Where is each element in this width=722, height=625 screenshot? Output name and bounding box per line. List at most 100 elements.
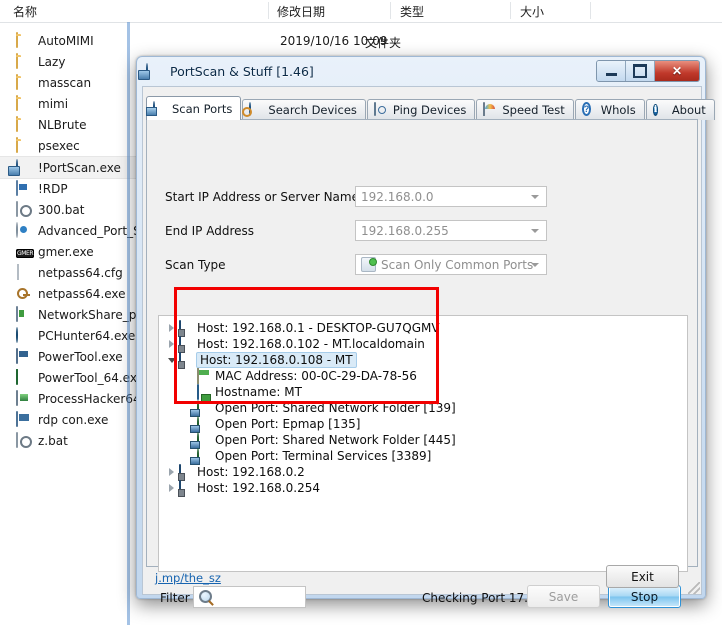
chevron-right-icon[interactable] [165, 484, 179, 492]
end-ip-input[interactable]: 192.168.0.255 [355, 220, 547, 241]
tab-about[interactable]: i About [646, 99, 715, 120]
filter-input[interactable] [193, 586, 306, 608]
rdp-shortcut-icon [16, 181, 32, 197]
host-icon [179, 321, 193, 335]
tab-whois[interactable]: ? WhoIs [575, 99, 645, 120]
tab-scan-ports[interactable]: Scan Ports [146, 96, 241, 120]
tree-row-label: Open Port: Epmap [135] [215, 417, 360, 431]
chevron-down-icon[interactable] [531, 229, 539, 233]
tab-label: Scan Ports [172, 102, 232, 116]
column-divider[interactable] [590, 2, 591, 19]
chevron-right-icon[interactable] [165, 324, 179, 332]
rdp-console-icon [16, 412, 32, 428]
scan-ports-icon [153, 102, 167, 116]
search-icon [199, 590, 212, 603]
tree-row-host[interactable]: Host: 192.168.0.102 - MT.localdomain [159, 336, 687, 352]
shield-icon [16, 370, 32, 386]
tree-row-host[interactable]: Host: 192.168.0.1 - DESKTOP-GU7QGMV [159, 320, 687, 336]
column-header-name[interactable]: 名称 [13, 3, 37, 20]
ping-devices-icon [374, 103, 388, 117]
hostname-icon [197, 385, 211, 399]
tree-row-host[interactable]: Host: 192.168.0.254 [159, 480, 687, 496]
scan-type-icon [361, 257, 376, 272]
maximize-icon[interactable] [626, 61, 655, 81]
host-icon [179, 481, 193, 495]
tab-label: WhoIs [601, 103, 636, 117]
column-header-type[interactable]: 类型 [400, 3, 424, 20]
tree-row-open-port[interactable]: Open Port: Terminal Services [3389] [159, 448, 687, 464]
tab-search-devices[interactable]: Search Devices [242, 99, 366, 120]
tree-row-label: Host: 192.168.0.102 - MT.localdomain [197, 337, 425, 351]
file-name: 300.bat [38, 203, 84, 217]
file-name: NLBrute [38, 118, 87, 132]
scan-ports-panel: Start IP Address or Server Name 192.168.… [146, 119, 698, 567]
tree-row-mac-address[interactable]: MAC Address: 00-0C-29-DA-78-56 [159, 368, 687, 384]
search-devices-icon [249, 103, 263, 117]
column-header-size[interactable]: 大小 [520, 3, 544, 20]
tree-row-open-port[interactable]: Open Port: Shared Network Folder [139] [159, 400, 687, 416]
tab-speed-test[interactable]: Speed Test [476, 99, 573, 120]
tab-label: Ping Devices [393, 103, 466, 117]
tree-row-host-selected[interactable]: Host: 192.168.0.108 - MT [159, 352, 687, 368]
start-ip-label: Start IP Address or Server Name [165, 190, 359, 204]
folder-icon [16, 75, 32, 91]
save-button[interactable]: Save [527, 585, 600, 608]
file-name: gmer.exe [38, 245, 94, 259]
chevron-right-icon[interactable] [165, 340, 179, 348]
host-icon [179, 353, 193, 367]
chevron-down-icon[interactable] [531, 263, 539, 267]
resize-grip[interactable] [688, 582, 700, 594]
stop-button[interactable]: Stop [608, 585, 681, 608]
column-header-date[interactable]: 修改日期 [277, 3, 325, 20]
minimize-icon[interactable] [597, 61, 626, 81]
tab-label: Search Devices [268, 103, 357, 117]
file-name: psexec [38, 139, 80, 153]
key-icon [16, 286, 32, 302]
file-name: z.bat [38, 434, 68, 448]
file-name: NetworkShare_p [38, 308, 136, 322]
tab-ping-devices[interactable]: Ping Devices [367, 99, 475, 120]
tree-row-hostname[interactable]: Hostname: MT [159, 384, 687, 400]
list-item[interactable]: AutoMIMI [0, 30, 200, 51]
open-port-icon [197, 449, 211, 463]
file-name: PowerTool.exe [38, 350, 123, 364]
promo-link[interactable]: j.mp/the_sz [155, 571, 221, 585]
file-name: mimi [38, 97, 68, 111]
dialog-titlebar[interactable]: PortScan & Stuff [1.46] ✕ [137, 57, 705, 86]
tree-row-label: MAC Address: 00-0C-29-DA-78-56 [215, 369, 417, 383]
start-ip-input[interactable]: 192.168.0.0 [355, 186, 547, 207]
tab-strip: Scan Ports Search Devices Ping Devices S… [146, 97, 716, 120]
chevron-down-icon[interactable] [531, 195, 539, 199]
whois-icon: ? [582, 103, 596, 117]
file-name: ProcessHacker64 [38, 392, 141, 406]
tree-row-label: Host: 192.168.0.108 - MT [196, 352, 357, 368]
mac-address-icon [197, 369, 211, 383]
scan-type-select[interactable]: Scan Only Common Ports [355, 254, 547, 275]
exit-button[interactable]: Exit [606, 565, 679, 588]
file-name: Lazy [38, 55, 65, 69]
gmer-icon: GMER [16, 244, 32, 260]
file-name: !PortScan.exe [38, 161, 121, 175]
filter-label: Filter [160, 591, 190, 605]
tree-row-open-port[interactable]: Open Port: Epmap [135] [159, 416, 687, 432]
tree-row-host[interactable]: Host: 192.168.0.2 [159, 464, 687, 480]
about-icon: i [653, 103, 667, 117]
status-text: Checking Port 17... [422, 591, 536, 605]
scan-results-tree[interactable]: Host: 192.168.0.1 - DESKTOP-GU7QGMV Host… [158, 315, 688, 572]
tree-row-label: Open Port: Shared Network Folder [445] [215, 433, 456, 447]
folder-icon [16, 33, 32, 49]
powertool-icon [16, 349, 32, 365]
window-control-buttons: ✕ [596, 60, 700, 82]
scan-type-label: Scan Type [165, 258, 226, 272]
column-divider[interactable] [390, 2, 391, 19]
tab-label: About [672, 103, 706, 117]
tree-row-open-port[interactable]: Open Port: Shared Network Folder [445] [159, 432, 687, 448]
portscan-dialog: PortScan & Stuff [1.46] ✕ Scan Ports Sea… [136, 56, 706, 599]
column-divider[interactable] [510, 2, 511, 19]
close-icon[interactable]: ✕ [655, 61, 699, 81]
explorer-scrollbar[interactable] [127, 22, 130, 625]
chevron-down-icon[interactable] [165, 358, 179, 363]
chevron-right-icon[interactable] [165, 468, 179, 476]
process-hacker-icon [16, 391, 32, 407]
column-divider[interactable] [268, 2, 269, 19]
